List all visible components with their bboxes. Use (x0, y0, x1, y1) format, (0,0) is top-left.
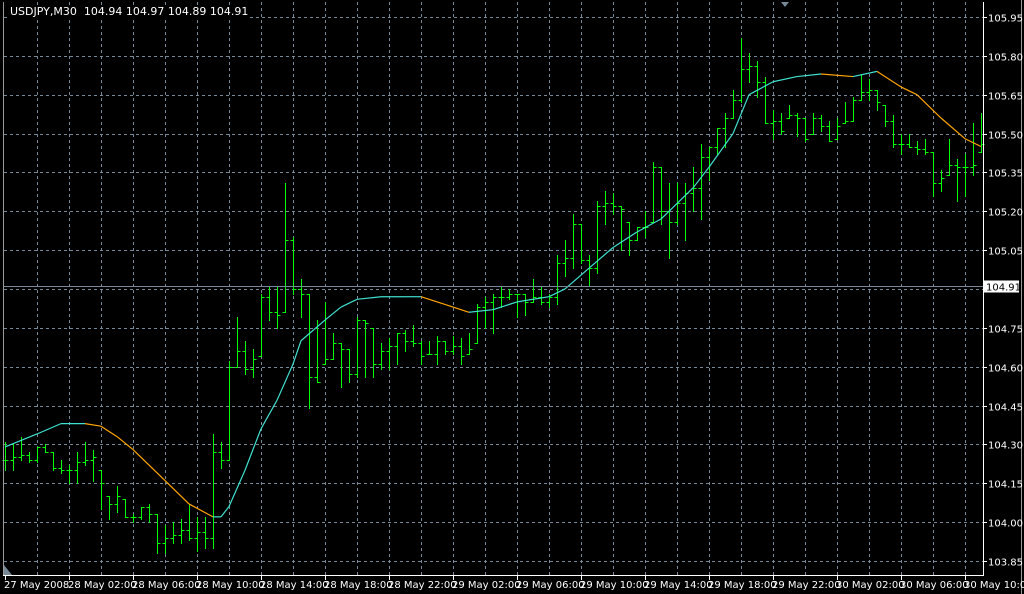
time-tick-label: 29 May 22:00 (772, 580, 841, 591)
time-tick-label: 30 May 02:00 (836, 580, 905, 591)
price-tick-label: 104.45 (988, 403, 1023, 414)
time-tick-label: 28 May 10:00 (196, 580, 265, 591)
header-high: 104.97 (125, 5, 165, 18)
price-tick-label: 105.05 (988, 247, 1023, 258)
price-tick-label: 105.95 (988, 14, 1023, 25)
header-low: 104.89 (167, 5, 207, 18)
time-tick-label: 28 May 06:00 (132, 580, 201, 591)
price-tick-label: 104.75 (988, 325, 1023, 336)
time-tick-label: 29 May 06:00 (516, 580, 585, 591)
time-tick-label: 28 May 02:00 (68, 580, 137, 591)
price-tick-label: 103.85 (988, 558, 1023, 569)
chart-background (0, 0, 1024, 594)
time-tick-label: 30 May 10:00 (964, 580, 1024, 591)
price-tick-label: 104.60 (988, 364, 1023, 375)
time-tick-label: 29 May 10:00 (580, 580, 649, 591)
price-tick-label: 104.00 (988, 519, 1023, 530)
time-tick-label: 28 May 22:00 (388, 580, 457, 591)
time-tick-label: 29 May 18:00 (708, 580, 777, 591)
time-tick-label: 28 May 18:00 (324, 580, 393, 591)
price-tick-label: 105.80 (988, 53, 1023, 64)
time-tick-label: 29 May 02:00 (452, 580, 521, 591)
price-tick-label: 105.50 (988, 131, 1023, 142)
chart-header: USDJPY,M30 104.94 104.97 104.89 104.91 (8, 5, 251, 18)
price-tick-label: 105.35 (988, 169, 1023, 180)
price-tick-label: 105.65 (988, 92, 1023, 103)
symbol-timeframe: USDJPY,M30 (10, 5, 77, 18)
current-price-text: 104.91 (986, 283, 1021, 294)
time-tick-label: 27 May 2008 (4, 580, 69, 591)
price-chart[interactable]: 105.95 105.80 105.65 105.50 105.35 105.20 105.… (0, 0, 1024, 594)
time-tick-label: 28 May 14:00 (260, 580, 329, 591)
header-close: 104.91 (209, 5, 249, 18)
price-tick-label: 105.20 (988, 208, 1023, 219)
current-price-label: 104.91 (984, 280, 1021, 294)
time-tick-label: 30 May 06:00 (900, 580, 969, 591)
price-tick-label: 104.30 (988, 441, 1023, 452)
time-tick-label: 29 May 14:00 (644, 580, 713, 591)
price-tick-label: 104.15 (988, 480, 1023, 491)
header-open: 104.94 (83, 5, 123, 18)
